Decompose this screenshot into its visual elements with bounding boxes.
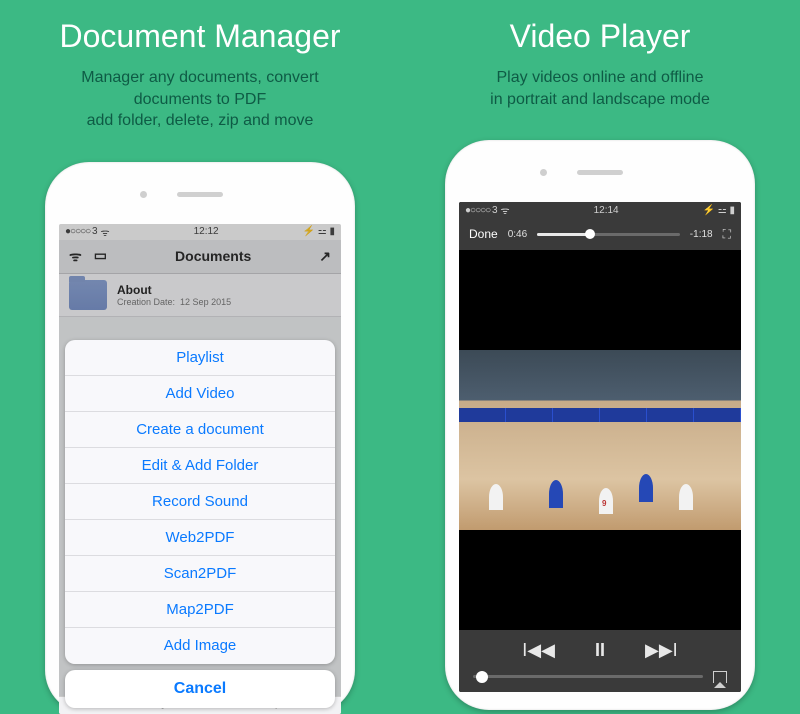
carrier-signal: ●○○○○ 3: [465, 205, 497, 216]
subtitle-line: Play videos online and offline: [497, 69, 704, 86]
airplay-icon[interactable]: [713, 671, 727, 683]
doc-manager-title: Document Manager: [59, 18, 340, 55]
phone-left: ●○○○○ 3 ᯤ 12:12 ⚡ ⚍ ▮ ᯤ ▭ Documents ↗: [45, 162, 355, 714]
done-button[interactable]: Done: [469, 227, 498, 241]
volume-slider[interactable]: [473, 675, 703, 678]
video-player-title: Video Player: [510, 18, 691, 55]
status-time: 12:14: [594, 205, 619, 216]
cancel-button[interactable]: Cancel: [65, 670, 335, 708]
prev-track-icon[interactable]: I◀◀: [522, 640, 555, 661]
wifi-icon: ᯤ: [501, 203, 510, 217]
sheet-add-image[interactable]: Add Image: [65, 628, 335, 664]
video-player-subtitle: Play videos online and offline in portra…: [490, 67, 710, 110]
next-track-icon[interactable]: ▶▶I: [645, 640, 678, 661]
sheet-playlist[interactable]: Playlist: [65, 340, 335, 376]
video-bottom-bar: I◀◀ II ▶▶I: [459, 630, 741, 692]
sheet-web2pdf[interactable]: Web2PDF: [65, 520, 335, 556]
status-battery: ⚡ ⚍ ▮: [703, 205, 735, 216]
subtitle-line: in portrait and landscape mode: [490, 91, 710, 108]
sheet-map2pdf[interactable]: Map2PDF: [65, 592, 335, 628]
sheet-scan2pdf[interactable]: Scan2PDF: [65, 556, 335, 592]
subtitle-line: add folder, delete, zip and move: [87, 112, 314, 129]
pause-icon[interactable]: II: [595, 640, 605, 661]
action-sheet-container: Playlist Add Video Create a document Edi…: [59, 334, 341, 714]
fullscreen-icon[interactable]: ⛶: [723, 227, 731, 242]
subtitle-line: documents to PDF: [134, 91, 267, 108]
sheet-create-document[interactable]: Create a document: [65, 412, 335, 448]
sheet-add-video[interactable]: Add Video: [65, 376, 335, 412]
doc-manager-subtitle: Manager any documents, convert documents…: [81, 67, 318, 132]
time-elapsed: 0:46: [508, 229, 527, 240]
video-top-bar: Done 0:46 -1:18 ⛶: [459, 218, 741, 250]
scrubber[interactable]: [537, 233, 680, 236]
action-sheet: Playlist Add Video Create a document Edi…: [65, 340, 335, 664]
video-viewport[interactable]: 9: [459, 250, 741, 630]
time-remaining: -1:18: [690, 229, 713, 240]
phone-right: ●○○○○ 3 ᯤ 12:14 ⚡ ⚍ ▮ Done 0:46 -1:18 ⛶: [445, 140, 755, 710]
sheet-record-sound[interactable]: Record Sound: [65, 484, 335, 520]
status-bar: ●○○○○ 3 ᯤ 12:14 ⚡ ⚍ ▮: [459, 202, 741, 218]
subtitle-line: Manager any documents, convert: [81, 69, 318, 86]
video-frame: 9: [459, 350, 741, 530]
sheet-edit-add-folder[interactable]: Edit & Add Folder: [65, 448, 335, 484]
